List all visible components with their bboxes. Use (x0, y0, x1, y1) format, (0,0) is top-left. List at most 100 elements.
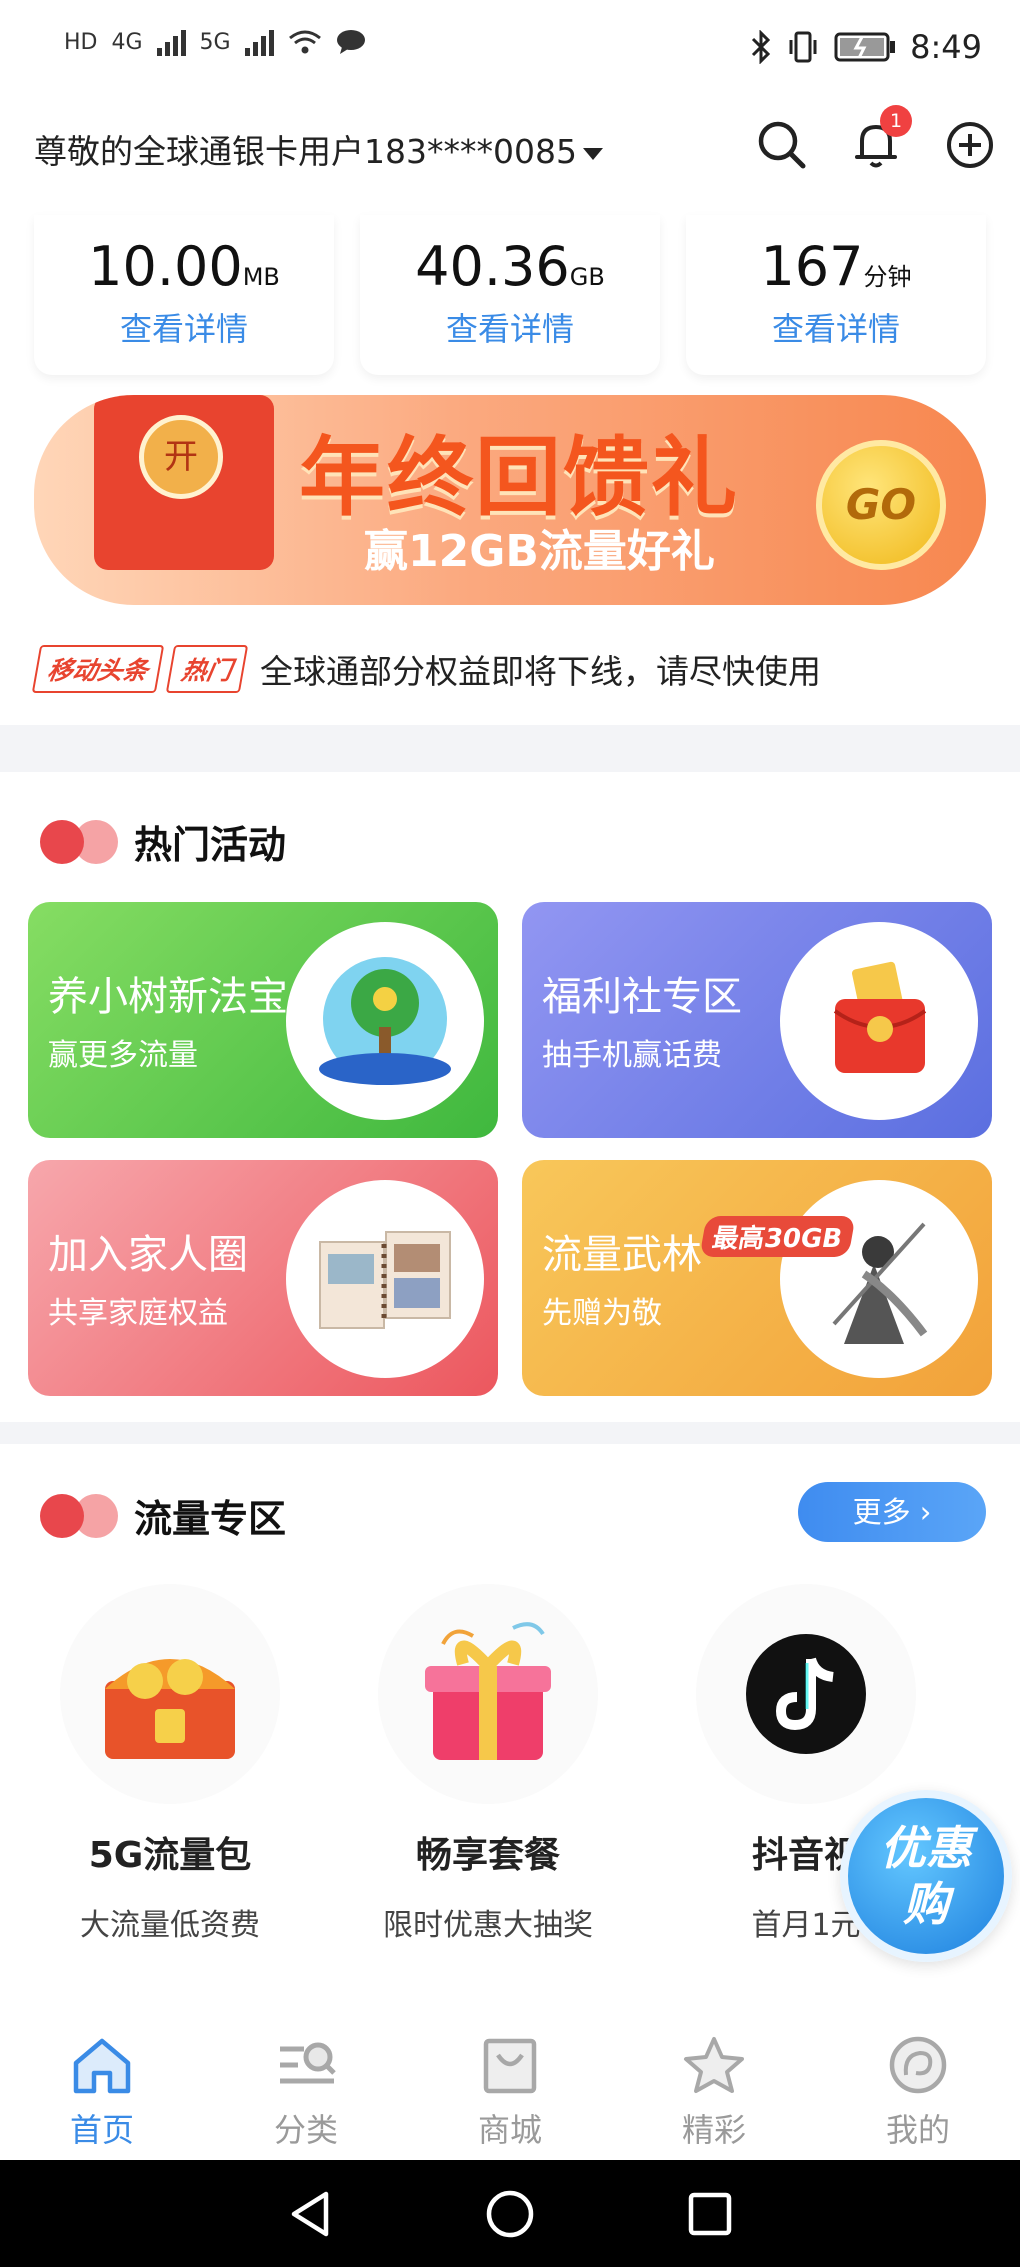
shop-bag-icon (483, 2038, 537, 2094)
usage-value: 10.00 (88, 235, 243, 298)
signal-bars-icon (244, 28, 274, 56)
hot-activities-header: 热门活动 (40, 814, 286, 869)
product-enjoy-plan[interactable]: 畅享套餐 限时优惠大抽奖 (368, 1584, 608, 1944)
usage-card-data-mb[interactable]: 10.00MB 查看详情 (34, 215, 334, 375)
wifi-icon (288, 30, 321, 54)
home-icon (73, 2038, 131, 2094)
activity-card-martial[interactable]: 流量武林 先赠为敬 最高30GB (522, 1160, 992, 1396)
account-switcher[interactable]: 尊敬的全球通银卡用户183****0085 (34, 125, 603, 173)
more-label: 更多 (852, 1495, 911, 1529)
search-button[interactable] (756, 119, 808, 171)
tab-shop[interactable]: 商城 (430, 2035, 590, 2160)
tab-highlights[interactable]: 精彩 (634, 2035, 794, 2160)
product-name: 畅享套餐 (415, 1835, 560, 1876)
activity-title: 养小树新法宝 (48, 974, 288, 1020)
banner-go-button[interactable]: GO (816, 440, 946, 570)
profile-icon (889, 2036, 947, 2094)
product-subtitle: 大流量低资费 (80, 1908, 260, 1943)
tab-label: 分类 (273, 2111, 338, 2149)
product-5g-data-pack[interactable]: 5G流量包 大流量低资费 (50, 1584, 290, 1944)
tree-globe-image (286, 922, 484, 1120)
recents-icon[interactable] (686, 2190, 734, 2238)
activity-subtitle: 共享家庭权益 (48, 1296, 228, 1331)
tab-label: 精彩 (681, 2111, 746, 2149)
section-title: 流量专区 (134, 1497, 287, 1541)
back-icon[interactable] (286, 2188, 334, 2240)
activity-card-tree[interactable]: 养小树新法宝 赢更多流量 (28, 902, 498, 1138)
open-envelope-label: 开 (139, 415, 223, 499)
clock: 8:49 (910, 28, 982, 66)
news-headline: 全球通部分权益即将下线，请尽快使用 (260, 652, 822, 691)
floating-deals-line1: 优惠 (880, 1821, 972, 1875)
greeting-text: 尊敬的全球通银卡用户183****0085 (34, 132, 577, 171)
tab-home[interactable]: 首页 (22, 2035, 182, 2160)
usage-value: 40.36 (415, 235, 570, 298)
swordsman-image (780, 1180, 978, 1378)
add-button[interactable] (944, 119, 996, 171)
product-name: 5G流量包 (88, 1835, 252, 1876)
usage-card-voice[interactable]: 167分钟 查看详情 (686, 215, 986, 375)
news-tag-hot: 热门 (165, 645, 249, 693)
banner-title: 年终回馈礼 (299, 428, 739, 528)
news-ticker[interactable]: 移动头条 热门 全球通部分权益即将下线，请尽快使用 (31, 645, 822, 693)
usage-card-data-gb[interactable]: 40.36GB 查看详情 (360, 215, 660, 375)
activity-subtitle: 赢更多流量 (48, 1038, 198, 1073)
section-title: 热门活动 (134, 823, 287, 867)
tab-label: 首页 (69, 2111, 134, 2149)
category-icon (280, 2042, 336, 2084)
view-details-link[interactable]: 查看详情 (686, 304, 986, 350)
treasure-chest-icon (60, 1584, 280, 1804)
view-details-link[interactable]: 查看详情 (34, 304, 334, 350)
signal-bars-icon (156, 28, 186, 56)
notification-button[interactable]: 1 (850, 105, 912, 171)
activity-card-welfare[interactable]: 福利社专区 抽手机赢话费 (522, 902, 992, 1138)
banner-subtitle: 赢12GB流量好礼 (364, 526, 715, 577)
notification-badge: 1 (880, 105, 912, 137)
tab-category[interactable]: 分类 (226, 2035, 386, 2160)
vibrate-icon (789, 31, 817, 63)
tab-label: 我的 (885, 2111, 950, 2149)
tab-profile[interactable]: 我的 (838, 2035, 998, 2160)
status-bar: HD 4G 5G 8:49 (0, 0, 1020, 95)
home-circle-icon[interactable] (484, 2188, 536, 2240)
status-right: 8:49 (750, 28, 982, 66)
hot-activities-section: 热门活动 养小树新法宝 赢更多流量 福利社专区 抽手机赢话费 加入家人圈 共享家… (0, 772, 1020, 1422)
section-dots-icon (40, 819, 120, 864)
bluetooth-icon (752, 30, 771, 64)
usage-value: 167 (760, 235, 864, 298)
bottom-tab-bar: 首页 分类 商城 精彩 我的 (0, 2005, 1020, 2160)
view-details-link[interactable]: 查看详情 (360, 304, 660, 350)
caret-down-icon (582, 147, 603, 160)
usage-unit: GB (569, 263, 605, 291)
gift-box-icon (378, 1584, 598, 1804)
activity-subtitle: 抽手机赢话费 (542, 1038, 722, 1073)
activity-title: 福利社专区 (542, 974, 742, 1020)
floating-deals-button[interactable]: 优惠 购 (840, 1790, 1012, 1962)
traffic-zone-header: 流量专区 (40, 1488, 286, 1543)
star-icon (684, 2037, 744, 2093)
activity-subtitle: 先赠为敬 (542, 1296, 662, 1331)
system-nav-bar (0, 2160, 1020, 2267)
activity-card-family[interactable]: 加入家人圈 共享家庭权益 (28, 1160, 498, 1396)
plus-circle-icon (947, 122, 993, 168)
tiktok-icon (696, 1584, 916, 1804)
status-left: HD 4G 5G (64, 28, 366, 56)
floating-deals-line2: 购 (903, 1877, 949, 1931)
top-bar: 尊敬的全球通银卡用户183****0085 1 (0, 95, 1020, 205)
top-actions: 1 (756, 105, 996, 171)
product-row: 5G流量包 大流量低资费 畅享套餐 限时优惠大抽奖 抖音视 首月1元 (50, 1584, 926, 1944)
activity-title: 流量武林 (542, 1232, 702, 1278)
activity-grid: 养小树新法宝 赢更多流量 福利社专区 抽手机赢话费 加入家人圈 共享家庭权益 流… (28, 902, 992, 1396)
activity-title: 加入家人圈 (48, 1232, 248, 1278)
usage-unit: 分钟 (863, 263, 912, 291)
network-4g: 4G (111, 29, 143, 55)
message-icon (336, 30, 365, 54)
search-icon (758, 121, 806, 169)
account-overview: 10.00MB 查看详情 40.36GB 查看详情 167分钟 查看详情 开 年… (0, 205, 1020, 725)
more-button[interactable]: 更多 › (798, 1482, 986, 1542)
battery-icon (834, 32, 896, 62)
network-5g: 5G (199, 29, 231, 55)
tab-label: 商城 (477, 2111, 542, 2149)
year-end-promo-banner[interactable]: 开 年终回馈礼 赢12GB流量好礼 GO (34, 395, 986, 605)
activity-tag: 最高30GB (699, 1216, 856, 1257)
